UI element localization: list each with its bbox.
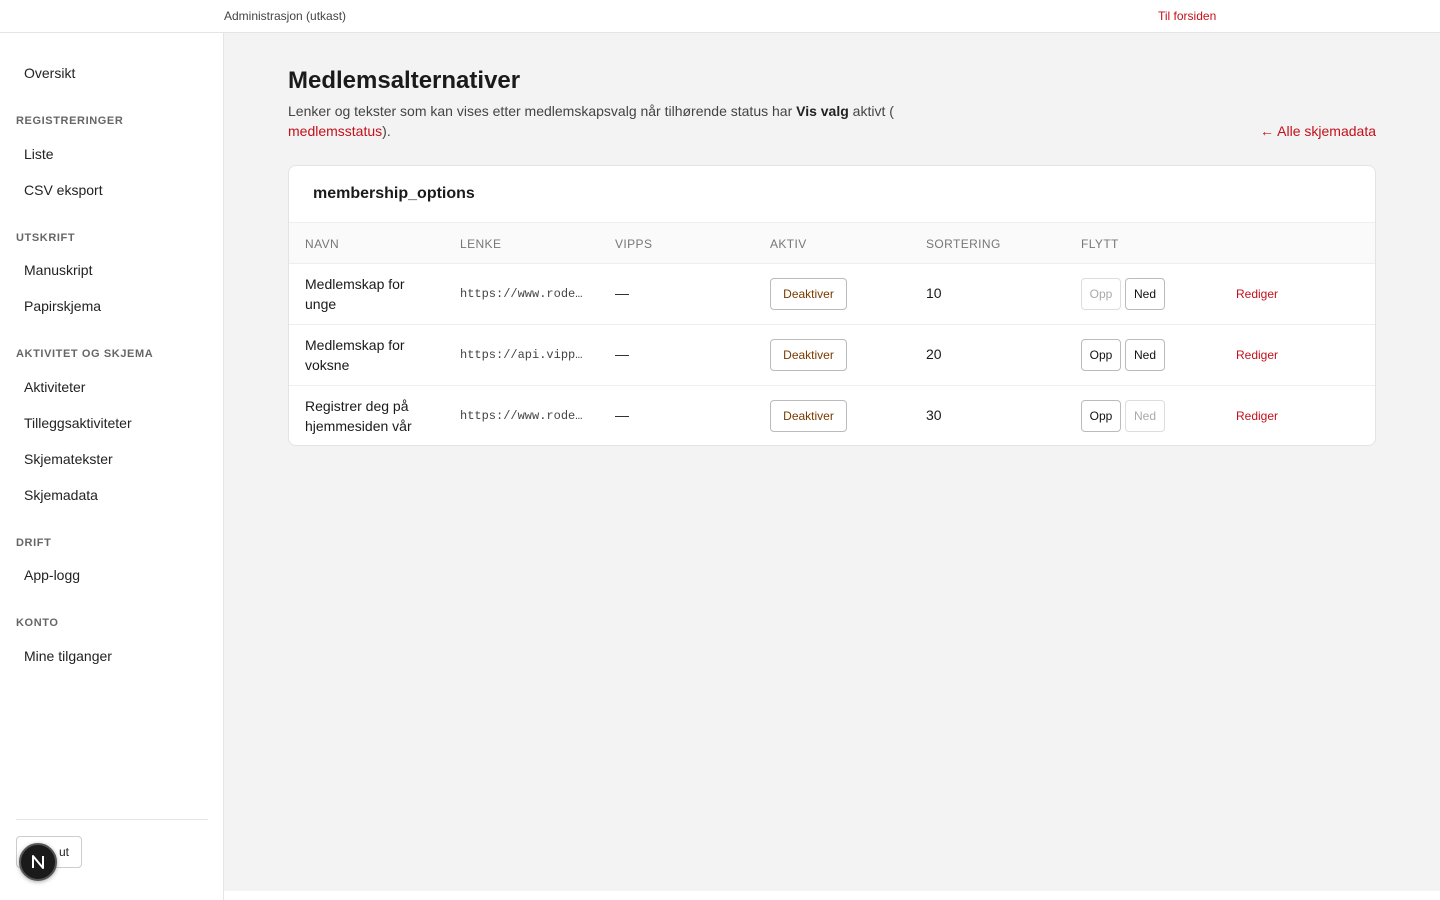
dev-tools-badge[interactable] <box>19 843 57 881</box>
option-sort-order: 30 <box>926 407 942 423</box>
sidebar-item-form-data[interactable]: Skjemadata <box>24 487 98 503</box>
column-header-name: NAVN <box>305 237 340 251</box>
column-header-active: AKTIV <box>770 237 807 251</box>
membership-status-link[interactable]: medlemsstatus <box>288 123 382 139</box>
home-link[interactable]: Til forsiden <box>1158 9 1216 23</box>
column-header-move: FLYTT <box>1081 237 1119 251</box>
sidebar-item-paper-form[interactable]: Papirskjema <box>24 298 101 314</box>
sidebar-item-csv-export[interactable]: CSV eksport <box>24 182 103 198</box>
card-title: membership_options <box>313 185 475 202</box>
top-bar: Administrasjon (utkast) Til forsiden <box>0 0 1440 33</box>
sidebar-section-operations: DRIFT <box>16 537 52 549</box>
option-link: https://api.vipps.no/dwo-api-application <box>460 348 585 362</box>
move-up-button[interactable]: Opp <box>1081 339 1121 371</box>
sidebar-divider <box>16 819 208 820</box>
deactivate-button[interactable]: Deaktiver <box>770 278 847 310</box>
option-vipps: — <box>615 285 629 301</box>
move-down-button: Ned <box>1125 400 1165 432</box>
app-title: Administrasjon (utkast) <box>224 9 347 23</box>
sidebar: Oversikt REGISTRERINGER Liste CSV ekspor… <box>0 33 224 900</box>
page-title: Medlemsalternativer <box>288 67 521 94</box>
edit-link[interactable]: Rediger <box>1236 348 1278 362</box>
table-row: Registrer deg på hjemmesiden vår https:/… <box>289 386 1375 445</box>
description-bold: Vis valg <box>796 103 849 119</box>
sidebar-section-account: KONTO <box>16 617 59 629</box>
deactivate-button[interactable]: Deaktiver <box>770 339 847 371</box>
table-row: Medlemskap for voksne https://api.vipps.… <box>289 325 1375 386</box>
column-header-link: LENKE <box>460 237 502 251</box>
description-text: Lenker og tekster som kan vises etter me… <box>288 103 797 119</box>
option-sort-order: 10 <box>926 285 942 301</box>
sidebar-item-list[interactable]: Liste <box>24 146 54 162</box>
sidebar-item-app-log[interactable]: App-logg <box>24 567 80 583</box>
edit-link[interactable]: Rediger <box>1236 287 1278 301</box>
table-row: Medlemskap for unge https://www.rodeungd… <box>289 264 1375 325</box>
sidebar-section-registrations: REGISTRERINGER <box>16 115 124 127</box>
description-text-mid: aktivt ( <box>848 103 894 119</box>
sidebar-item-my-permissions[interactable]: Mine tilganger <box>24 648 112 664</box>
page-description: Lenker og tekster som kan vises etter me… <box>288 101 908 141</box>
column-header-sorting: SORTERING <box>926 237 1001 251</box>
edit-link[interactable]: Rediger <box>1236 409 1278 423</box>
option-link: https://www.rodeungdom.no/registrer <box>460 409 585 423</box>
option-vipps: — <box>615 407 629 423</box>
main-bottom-strip <box>224 891 1440 900</box>
column-header-vipps: VIPPS <box>615 237 653 251</box>
option-name: Registrer deg på hjemmesiden vår <box>305 398 412 434</box>
sidebar-item-activities[interactable]: Aktiviteter <box>24 379 85 395</box>
option-name: Medlemskap for voksne <box>305 337 405 373</box>
back-to-form-data-link[interactable]: ← Alle skjemadata <box>1260 123 1376 139</box>
description-suffix: ). <box>382 123 391 139</box>
sidebar-item-overview[interactable]: Oversikt <box>24 65 75 81</box>
move-up-button: Opp <box>1081 278 1121 310</box>
table-header: NAVN LENKE VIPPS AKTIV SORTERING FLYTT <box>289 222 1375 264</box>
sidebar-item-manuscript[interactable]: Manuskript <box>24 262 92 278</box>
n-logo-icon <box>32 855 44 869</box>
move-down-button[interactable]: Ned <box>1125 278 1165 310</box>
sidebar-item-extra-activities[interactable]: Tilleggsaktiviteter <box>24 415 132 431</box>
sidebar-section-print: UTSKRIFT <box>16 232 76 244</box>
option-vipps: — <box>615 346 629 362</box>
move-up-button[interactable]: Opp <box>1081 400 1121 432</box>
sidebar-section-activity-and-form: AKTIVITET OG SKJEMA <box>16 348 154 360</box>
move-down-button[interactable]: Ned <box>1125 339 1165 371</box>
sidebar-item-form-texts[interactable]: Skjematekster <box>24 451 113 467</box>
membership-options-card: membership_options NAVN LENKE VIPPS AKTI… <box>288 165 1376 446</box>
option-sort-order: 20 <box>926 346 942 362</box>
option-link: https://www.rodeungdom.no/medlem <box>460 287 585 301</box>
deactivate-button[interactable]: Deaktiver <box>770 400 847 432</box>
option-name: Medlemskap for unge <box>305 276 405 312</box>
